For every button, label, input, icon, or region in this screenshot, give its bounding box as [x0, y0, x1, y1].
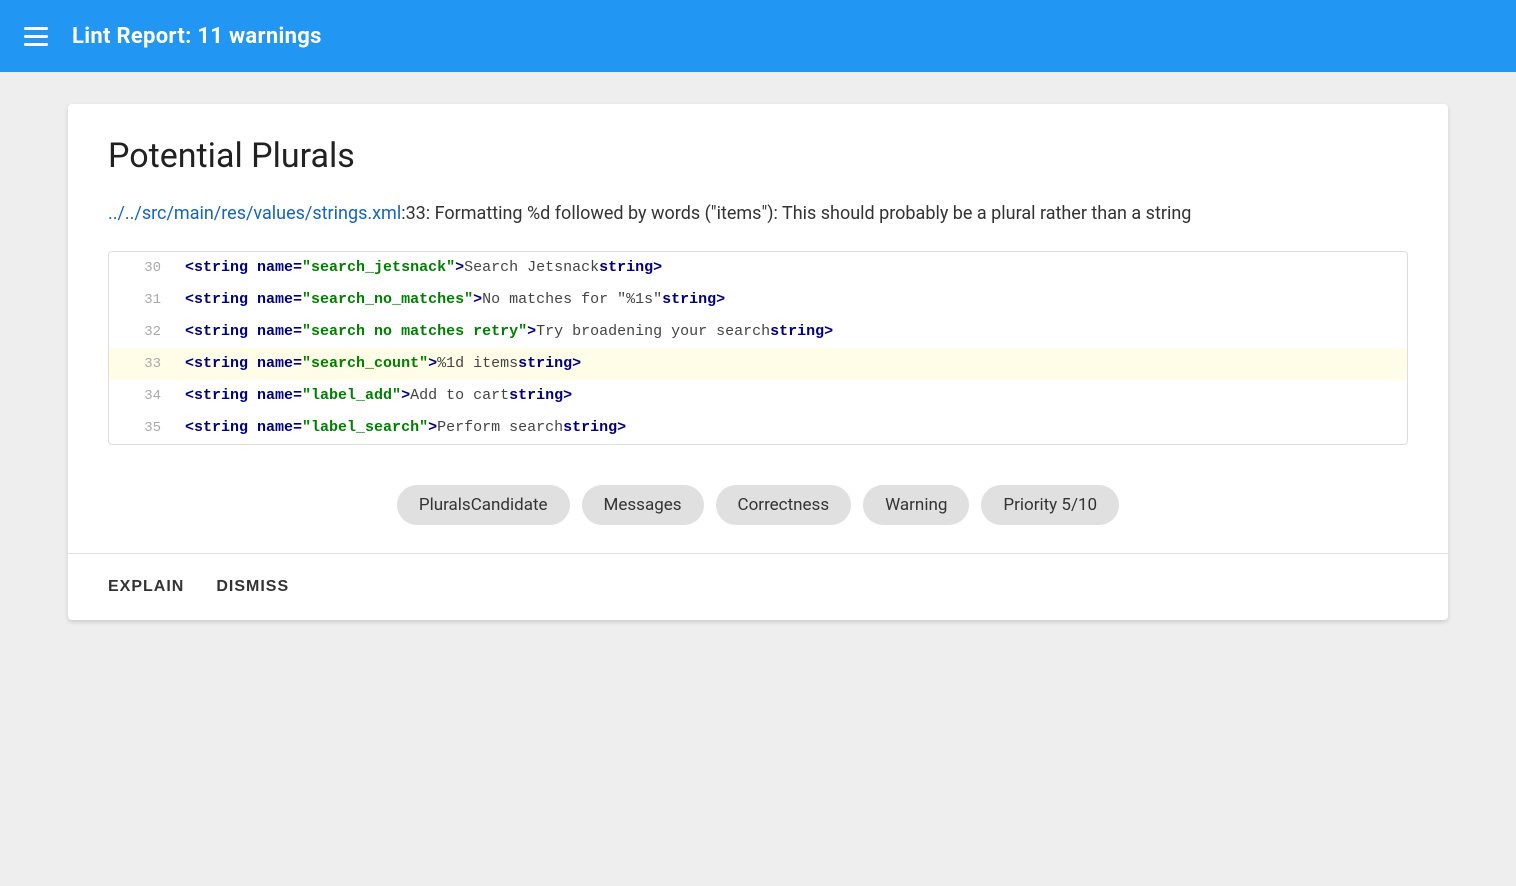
- line-number: 33: [125, 353, 161, 375]
- line-number: 32: [125, 321, 161, 343]
- menu-icon[interactable]: [24, 27, 48, 46]
- line-number: 31: [125, 289, 161, 311]
- line-number: 30: [125, 257, 161, 279]
- code-content: <string name="label_search">Perform sear…: [185, 416, 626, 440]
- card-title: Potential Plurals: [108, 136, 1408, 176]
- code-line: 33 <string name="search_count">%1d itemss…: [109, 348, 1407, 380]
- header-title: Lint Report: 11 warnings: [72, 24, 322, 49]
- code-line: 35 <string name="label_search">Perform se…: [109, 412, 1407, 444]
- line-number: 34: [125, 385, 161, 407]
- lint-card: Potential Plurals ../../src/main/res/val…: [68, 104, 1448, 620]
- code-content: <string name="search_no_matches">No matc…: [185, 288, 725, 312]
- tag-chip[interactable]: PluralsCandidate: [397, 485, 570, 525]
- code-block: 30 <string name="search_jetsnack">Search …: [108, 251, 1408, 445]
- app-header: Lint Report: 11 warnings: [0, 0, 1516, 72]
- tag-chip[interactable]: Warning: [863, 485, 969, 525]
- file-link[interactable]: ../../src/main/res/values/strings.xml: [108, 203, 401, 224]
- explain-button[interactable]: EXPLAIN: [108, 574, 184, 600]
- issue-text: :33: Formatting %d followed by words ("i…: [401, 203, 1191, 224]
- tag-chip[interactable]: Priority 5/10: [981, 485, 1119, 525]
- dismiss-button[interactable]: DISMISS: [216, 574, 289, 600]
- tags-row: PluralsCandidate Messages Correctness Warni…: [108, 469, 1408, 553]
- tag-chip[interactable]: Messages: [582, 485, 704, 525]
- code-line: 32 <string name="search no matches retry"…: [109, 316, 1407, 348]
- code-line: 30 <string name="search_jetsnack">Search …: [109, 252, 1407, 284]
- issue-description: ../../src/main/res/values/strings.xml:33…: [108, 200, 1408, 227]
- code-content: <string name="search no matches retry">T…: [185, 320, 833, 344]
- code-content: <string name="search_count">%1d itemsstr…: [185, 352, 581, 376]
- code-line: 31 <string name="search_no_matches">No ma…: [109, 284, 1407, 316]
- card-footer: EXPLAIN DISMISS: [108, 554, 1408, 620]
- tag-chip[interactable]: Correctness: [716, 485, 852, 525]
- main-content: Potential Plurals ../../src/main/res/val…: [0, 72, 1516, 652]
- line-number: 35: [125, 417, 161, 439]
- code-content: <string name="search_jetsnack">Search Je…: [185, 256, 662, 280]
- code-line: 34 <string name="label_add">Add to cartst…: [109, 380, 1407, 412]
- code-content: <string name="label_add">Add to cartstri…: [185, 384, 572, 408]
